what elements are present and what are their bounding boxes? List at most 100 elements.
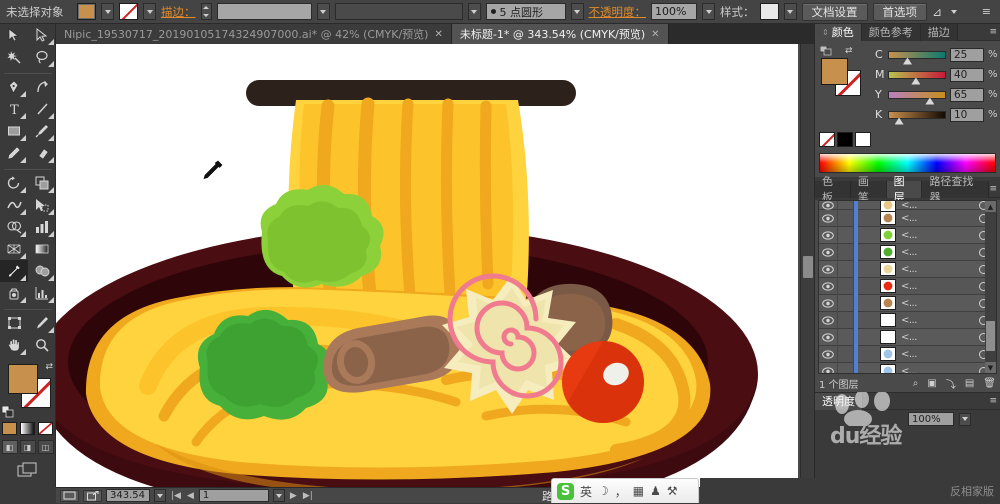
width-tool[interactable] bbox=[0, 194, 28, 216]
free-transform-tool[interactable] bbox=[28, 194, 56, 216]
opacity-dropdown[interactable] bbox=[702, 3, 715, 20]
stroke-color-swatch[interactable] bbox=[119, 3, 138, 20]
perspective-grid-tool[interactable] bbox=[0, 238, 28, 260]
layer-lock-toggle[interactable] bbox=[837, 345, 854, 363]
stroke-weight-dropdown[interactable] bbox=[316, 3, 330, 20]
layer-row[interactable]: <... bbox=[819, 243, 996, 261]
tab-transparency[interactable]: 透明度 bbox=[815, 392, 863, 410]
layer-lock-toggle[interactable] bbox=[837, 362, 854, 373]
type-tool[interactable]: T bbox=[0, 98, 28, 120]
comma-icon[interactable]: ， bbox=[615, 483, 627, 500]
canvas-area[interactable] bbox=[56, 44, 814, 487]
layer-name-label[interactable]: <... bbox=[896, 264, 970, 275]
layer-visibility-eye-icon[interactable] bbox=[819, 264, 837, 274]
layer-name-label[interactable]: <... bbox=[896, 298, 970, 309]
layer-name-label[interactable]: <... bbox=[896, 247, 970, 258]
layer-lock-toggle[interactable] bbox=[837, 277, 854, 295]
layer-name-label[interactable]: <... bbox=[896, 230, 970, 241]
make-clipping-mask-icon[interactable]: ▣ bbox=[927, 378, 936, 389]
swatch-black[interactable] bbox=[837, 132, 853, 147]
slider-track-c[interactable] bbox=[888, 50, 946, 65]
stroke-profile-field[interactable] bbox=[334, 3, 463, 20]
scale-tool[interactable] bbox=[28, 172, 56, 194]
layer-lock-toggle[interactable] bbox=[837, 260, 854, 278]
column-graph-tool[interactable] bbox=[28, 216, 56, 238]
control-bar-overflow-menu[interactable]: ≡ bbox=[982, 5, 994, 18]
fill-color-indicator[interactable] bbox=[8, 364, 38, 394]
layer-lock-toggle[interactable] bbox=[837, 311, 854, 329]
canvas-vertical-scrollbar[interactable] bbox=[800, 44, 814, 487]
export-icon[interactable] bbox=[83, 489, 102, 502]
color-swatch-button[interactable] bbox=[2, 422, 17, 435]
layer-name-label[interactable]: <... bbox=[896, 315, 970, 326]
preferences-button[interactable]: 首选项 bbox=[872, 2, 927, 21]
channel-value-c[interactable]: 25 bbox=[950, 47, 984, 62]
transparency-opacity-field[interactable]: 100% bbox=[908, 412, 954, 426]
blend-tool[interactable] bbox=[28, 260, 56, 282]
artboard-number-field[interactable]: 1 bbox=[198, 489, 269, 502]
layer-visibility-eye-icon[interactable] bbox=[819, 213, 837, 223]
align-dropdown[interactable] bbox=[947, 3, 960, 20]
slider-thumb-y[interactable] bbox=[925, 97, 935, 105]
layer-lock-toggle[interactable] bbox=[837, 209, 854, 227]
transparency-opacity-dropdown[interactable] bbox=[959, 412, 971, 426]
layer-lock-toggle[interactable] bbox=[837, 294, 854, 312]
tab-layers[interactable]: 图层 bbox=[886, 175, 923, 204]
create-new-layer-icon[interactable]: ▤ bbox=[965, 378, 974, 389]
layer-visibility-eye-icon[interactable] bbox=[819, 201, 837, 210]
graphic-style-dropdown[interactable] bbox=[783, 3, 797, 20]
stroke-color-dropdown[interactable] bbox=[143, 3, 156, 20]
layer-visibility-eye-icon[interactable] bbox=[819, 281, 837, 291]
paintbrush-tool[interactable] bbox=[28, 120, 56, 142]
document-tab-2[interactable]: 未标题-1* @ 343.54% (CMYK/预览) ✕ bbox=[451, 24, 669, 44]
layer-lock-toggle[interactable] bbox=[837, 328, 854, 346]
brush-definition-field[interactable]: 5 点圆形 bbox=[485, 3, 566, 20]
layer-name-label[interactable]: <... bbox=[896, 366, 970, 374]
layer-name-label[interactable]: <... bbox=[896, 332, 970, 343]
channel-value-k[interactable]: 10 bbox=[950, 107, 984, 122]
layer-name-label[interactable]: <... bbox=[896, 349, 970, 360]
layer-name-label[interactable]: <... bbox=[896, 281, 970, 292]
canvas-scroll-thumb[interactable] bbox=[803, 256, 813, 278]
artboard-tool[interactable] bbox=[0, 312, 28, 334]
layers-scroll-thumb[interactable] bbox=[986, 321, 995, 351]
lasso-tool[interactable] bbox=[28, 46, 56, 68]
locate-object-icon[interactable]: ⌕ bbox=[913, 378, 919, 389]
opacity-field[interactable]: 100% bbox=[651, 3, 697, 20]
gradient-swatch-button[interactable] bbox=[20, 422, 35, 435]
pen-tool[interactable] bbox=[0, 76, 28, 98]
stroke-profile-dropdown[interactable] bbox=[467, 3, 481, 20]
default-fill-stroke-icon[interactable] bbox=[2, 406, 14, 418]
curvature-tool[interactable] bbox=[28, 76, 56, 98]
document-tab-2-close-icon[interactable]: ✕ bbox=[651, 29, 659, 40]
keyboard-icon[interactable]: ▦ bbox=[633, 484, 644, 498]
moon-icon[interactable]: ☽ bbox=[598, 484, 609, 498]
swatch-white[interactable] bbox=[855, 132, 871, 147]
layer-visibility-eye-icon[interactable] bbox=[819, 247, 837, 257]
slice-tool[interactable] bbox=[28, 312, 56, 334]
swatch-none[interactable] bbox=[819, 132, 835, 147]
artboard-navigation-icon[interactable] bbox=[60, 489, 79, 502]
rotate-tool[interactable] bbox=[0, 172, 28, 194]
color-swap-icon[interactable]: ⇄ bbox=[845, 46, 853, 56]
document-tab-1-close-icon[interactable]: ✕ bbox=[434, 29, 442, 40]
draw-inside-icon[interactable]: ◫ bbox=[37, 440, 54, 454]
draw-behind-icon[interactable]: ◨ bbox=[19, 440, 36, 454]
shape-builder-tool[interactable] bbox=[0, 216, 28, 238]
next-artboard-button[interactable]: ▶ bbox=[289, 491, 298, 501]
align-icon[interactable]: ⊿ bbox=[932, 5, 942, 19]
zoom-level-field[interactable]: 343.54 bbox=[106, 489, 150, 502]
toolbox-icon[interactable]: ♟ bbox=[650, 484, 661, 498]
layers-panel-menu-icon[interactable]: ≡ bbox=[989, 184, 1000, 194]
tab-brushes[interactable]: 画笔 bbox=[850, 175, 887, 204]
layer-visibility-eye-icon[interactable] bbox=[819, 366, 837, 373]
create-sublayer-icon[interactable]: ⤵ bbox=[946, 376, 956, 391]
layer-row[interactable]: <... bbox=[819, 328, 996, 346]
layer-visibility-eye-icon[interactable] bbox=[819, 315, 837, 325]
layer-visibility-eye-icon[interactable] bbox=[819, 298, 837, 308]
layer-name-label[interactable]: <... bbox=[896, 213, 970, 224]
layer-row[interactable]: <... bbox=[819, 226, 996, 244]
transparency-panel-menu-icon[interactable]: ≡ bbox=[989, 396, 1000, 406]
layer-lock-toggle[interactable] bbox=[837, 243, 854, 261]
slider-track-y[interactable] bbox=[888, 90, 946, 105]
